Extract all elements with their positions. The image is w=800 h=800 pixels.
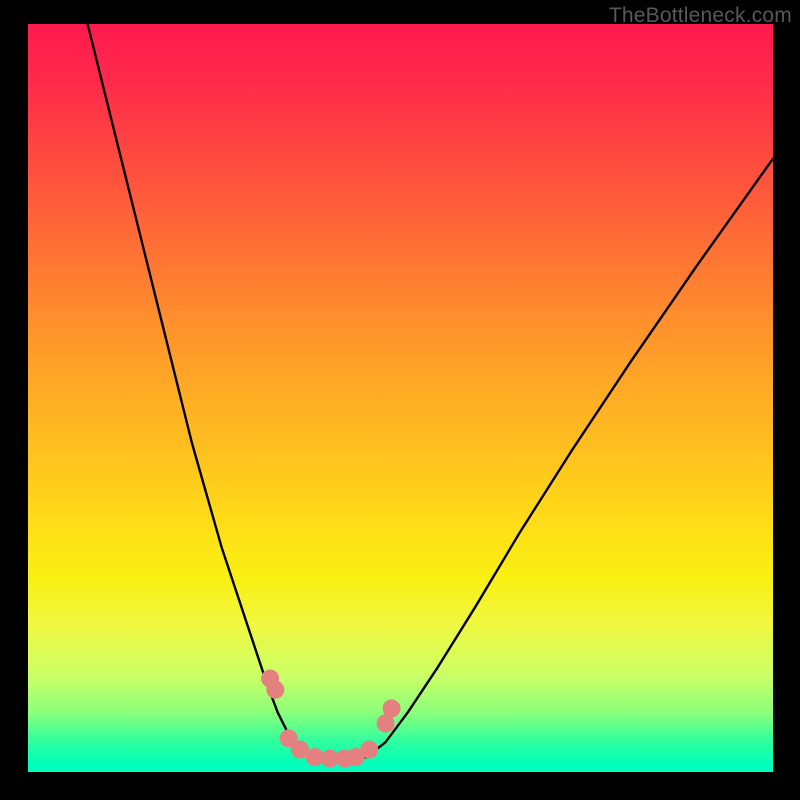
highlight-marker <box>360 741 378 759</box>
highlight-marker <box>383 699 401 717</box>
chart-container: TheBottleneck.com <box>0 0 800 800</box>
bottleneck-curve <box>88 24 773 759</box>
watermark-text: TheBottleneck.com <box>609 4 792 28</box>
highlight-marker <box>266 681 284 699</box>
curve-path <box>88 24 773 759</box>
plot-area <box>28 24 773 772</box>
chart-overlay-svg <box>28 24 773 772</box>
